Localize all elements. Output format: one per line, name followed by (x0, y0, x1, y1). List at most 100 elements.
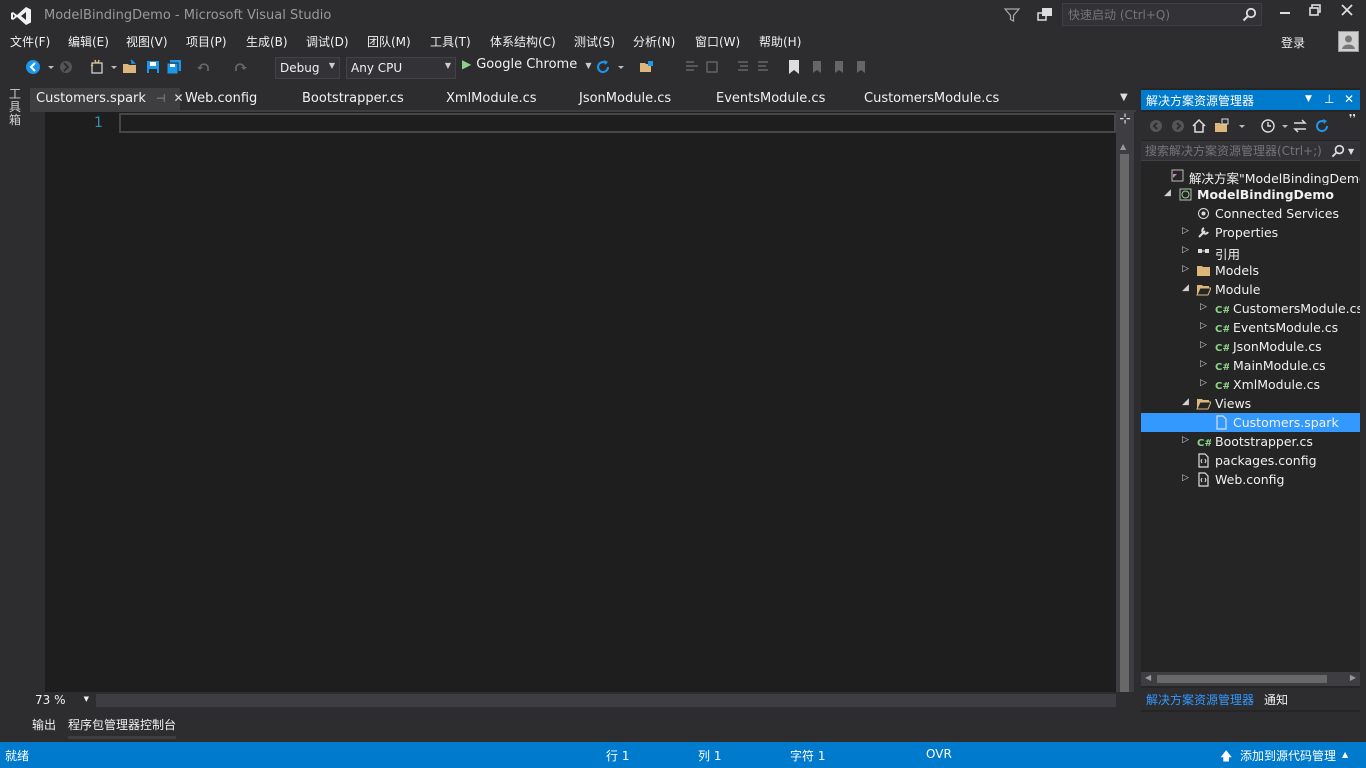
bookmark-icon[interactable] (786, 59, 802, 75)
expand-arrow-icon[interactable]: ▷ (1182, 264, 1192, 274)
vertical-scrollbar[interactable]: ▲ (1116, 112, 1134, 692)
start-debugging-button[interactable]: ▶ Google Chrome ▼ (462, 57, 592, 79)
menu-window[interactable]: 窗口(W) (695, 33, 740, 50)
tree-item[interactable]: ▷ C# Bootstrapper.cs (1141, 432, 1360, 451)
previous-bookmark-icon[interactable] (809, 59, 825, 75)
scrollbar-thumb[interactable] (1120, 154, 1129, 692)
back-icon[interactable] (1148, 118, 1164, 134)
home-icon[interactable] (1191, 118, 1207, 134)
expand-arrow-icon[interactable]: ▷ (1182, 435, 1192, 445)
pending-changes-filter-icon[interactable] (1260, 118, 1276, 134)
scroll-right-arrow-icon[interactable]: ▶ (1350, 673, 1356, 682)
tab-jsonmodule-cs[interactable]: JsonModule.cs (573, 88, 671, 110)
tab-package-manager-console[interactable]: 程序包管理器控制台 (68, 716, 176, 733)
menu-test[interactable]: 测试(S) (574, 33, 615, 50)
tree-item[interactable]: Connected Services (1141, 204, 1360, 223)
menu-debug[interactable]: 调试(D) (306, 33, 349, 50)
tab-overflow-dropdown-icon[interactable]: ▼ (1120, 92, 1128, 103)
solution-search-input[interactable] (1141, 141, 1326, 160)
expand-arrow-icon[interactable]: ▷ (1182, 245, 1192, 255)
minimize-button[interactable] (1271, 4, 1299, 26)
tree-item[interactable]: 解决方案"ModelBindingDemo"(1 (1141, 166, 1360, 185)
menu-edit[interactable]: 编辑(E) (68, 33, 109, 50)
navigate-back-icon[interactable] (25, 59, 41, 75)
horizontal-scrollbar[interactable] (96, 694, 1116, 707)
menu-analyze[interactable]: 分析(N) (633, 33, 675, 50)
save-all-icon[interactable] (166, 59, 182, 75)
expand-arrow-icon[interactable]: ▷ (1200, 321, 1210, 331)
tab-customers-spark[interactable]: Customers.spark ⊣ ✕ (30, 88, 184, 110)
close-window-button[interactable] (1333, 4, 1361, 26)
browser-refresh-icon[interactable] (595, 59, 611, 75)
solution-horizontal-scrollbar[interactable]: ◀ ▶ (1141, 672, 1360, 686)
dropdown-arrow-icon[interactable] (1234, 118, 1250, 134)
add-to-source-control[interactable]: 添加到源代码管理 (1240, 747, 1336, 764)
collapse-arrow-icon[interactable]: ◢ (1182, 397, 1192, 407)
dropdown-arrow-icon[interactable] (43, 59, 59, 75)
tree-item[interactable]: ▷ C# EventsModule.cs (1141, 318, 1360, 337)
pin-icon[interactable]: ⊣ (156, 92, 166, 105)
tree-item[interactable]: ▷ 引用 (1141, 242, 1360, 261)
expand-arrow-icon[interactable]: ▷ (1200, 359, 1210, 369)
search-icon[interactable] (1242, 7, 1257, 22)
tree-item[interactable]: ▷ C# JsonModule.cs (1141, 337, 1360, 356)
account-icon[interactable] (1338, 31, 1359, 52)
clear-bookmarks-icon[interactable] (853, 59, 869, 75)
tree-item[interactable]: ◢ ModelBindingDemo (1141, 185, 1360, 204)
undo-icon[interactable] (196, 59, 212, 75)
menu-tools[interactable]: 工具(T) (430, 33, 471, 50)
scrollbar-thumb[interactable] (1157, 675, 1327, 683)
tab-solution-explorer[interactable]: 解决方案资源管理器 (1146, 691, 1254, 708)
menu-view[interactable]: 视图(V) (126, 33, 168, 50)
solution-configuration-select[interactable]: Debug ▼ (275, 57, 340, 79)
tab-customersmodule-cs[interactable]: CustomersModule.cs (858, 88, 999, 110)
pin-icon[interactable]: ⊥ (1324, 92, 1334, 106)
tree-item[interactable]: ▷ Properties (1141, 223, 1360, 242)
quick-launch[interactable] (1062, 3, 1262, 26)
tree-item[interactable]: ▷ C# MainModule.cs (1141, 356, 1360, 375)
increase-indent-icon[interactable] (756, 59, 772, 75)
switch-views-icon[interactable] (1214, 118, 1230, 134)
sync-with-document-icon[interactable] (1292, 118, 1308, 134)
menu-build[interactable]: 生成(B) (246, 33, 288, 50)
collapse-arrow-icon[interactable]: ◢ (1182, 283, 1192, 293)
restore-button[interactable] (1301, 4, 1329, 26)
chevron-up-icon[interactable]: ▲ (1342, 750, 1348, 759)
find-in-files-icon[interactable] (639, 59, 655, 75)
tab-xmlmodule-cs[interactable]: XmlModule.cs (440, 88, 537, 110)
tree-item[interactable]: ▷ C# CustomersModule.cs (1141, 299, 1360, 318)
refresh-icon[interactable] (1314, 118, 1330, 134)
tree-item[interactable]: ▷ C# XmlModule.cs (1141, 375, 1360, 394)
scroll-left-arrow-icon[interactable]: ◀ (1145, 673, 1151, 682)
open-file-icon[interactable] (122, 59, 138, 75)
tree-item[interactable]: ▷ Web.config (1141, 470, 1360, 489)
expand-arrow-icon[interactable]: ▷ (1200, 378, 1210, 388)
forward-icon[interactable] (1170, 118, 1186, 134)
uncomment-icon[interactable] (704, 59, 720, 75)
notification-filter-icon[interactable] (1003, 6, 1021, 24)
navigate-forward-icon[interactable] (58, 59, 74, 75)
feedback-icon[interactable] (1036, 6, 1054, 24)
dropdown-arrow-icon[interactable] (613, 59, 629, 75)
save-icon[interactable] (145, 59, 161, 75)
zoom-level-select[interactable]: 73 % ▼ (32, 693, 92, 708)
new-project-icon[interactable] (89, 59, 105, 75)
toolbar-overflow-icon[interactable]: ❜❜ (1349, 112, 1356, 125)
next-bookmark-icon[interactable] (831, 59, 847, 75)
quick-launch-input[interactable] (1063, 4, 1233, 25)
split-window-icon[interactable]: ⊹ (1118, 112, 1132, 126)
tree-item[interactable]: ▷ Models (1141, 261, 1360, 280)
comment-out-icon[interactable] (684, 59, 700, 75)
dropdown-arrow-icon[interactable] (1277, 118, 1293, 134)
tree-item[interactable]: Customers.spark (1141, 413, 1360, 432)
dropdown-arrow-icon[interactable] (106, 59, 122, 75)
tree-item[interactable]: packages.config (1141, 451, 1360, 470)
tab-output[interactable]: 输出 (32, 716, 56, 733)
tab-web-config[interactable]: Web.config (179, 88, 257, 110)
tab-eventsmodule-cs[interactable]: EventsModule.cs (710, 88, 825, 110)
expand-arrow-icon[interactable]: ▷ (1182, 473, 1192, 483)
redo-icon[interactable] (232, 59, 248, 75)
expand-arrow-icon[interactable]: ▷ (1200, 340, 1210, 350)
decrease-indent-icon[interactable] (734, 59, 750, 75)
expand-arrow-icon[interactable]: ▷ (1182, 226, 1192, 236)
